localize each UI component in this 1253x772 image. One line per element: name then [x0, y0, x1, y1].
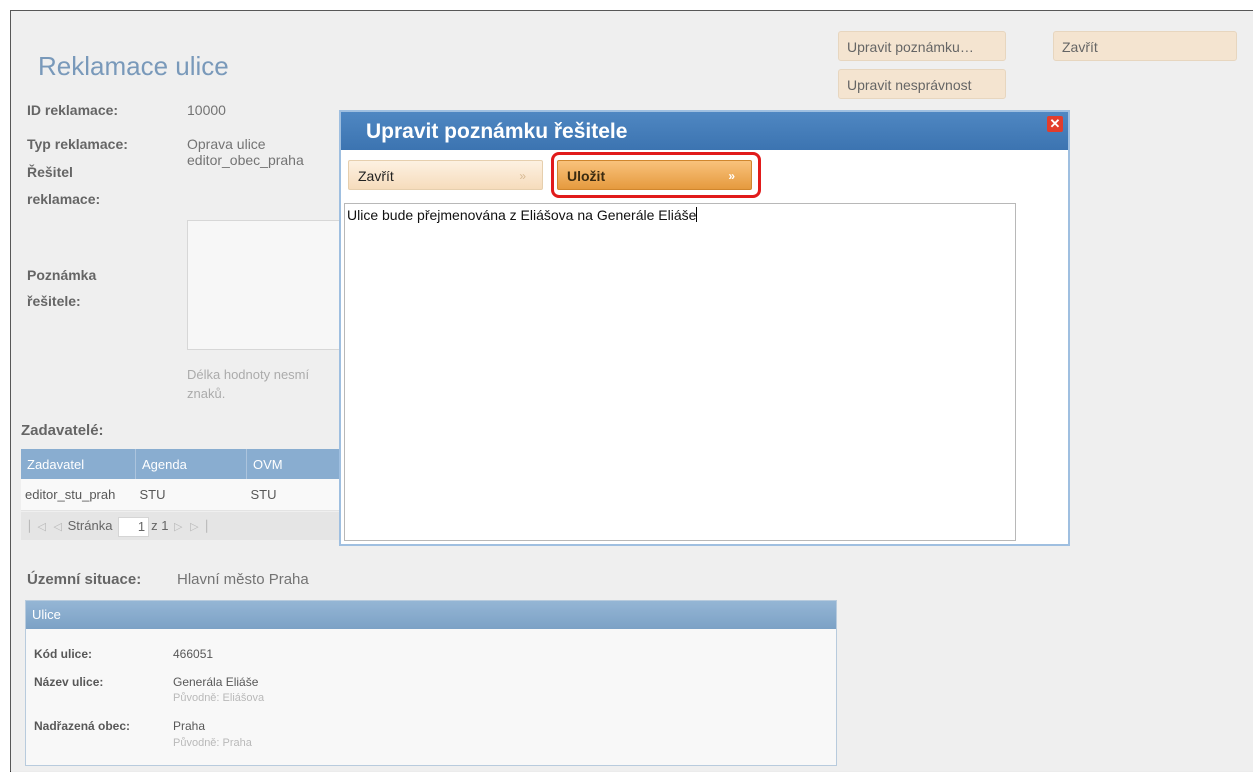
- dialog-title: Upravit poznámku řešitele: [366, 120, 628, 143]
- dialog-close-button[interactable]: Zavřít »: [348, 160, 543, 190]
- save-button-highlight: [551, 152, 761, 198]
- chevron-right-icon: »: [519, 169, 526, 183]
- text-caret: [696, 207, 698, 222]
- solver-note-textarea[interactable]: Ulice bude přejmenována z Eliášova na Ge…: [344, 203, 1016, 541]
- dialog-close-icon[interactable]: ✕: [1047, 116, 1063, 132]
- dialog-close-label: Zavřít: [358, 168, 394, 184]
- solver-note-text: Ulice bude přejmenována z Eliášova na Ge…: [347, 207, 697, 223]
- dialog-header: Upravit poznámku řešitele ✕: [341, 112, 1068, 150]
- edit-note-dialog: Upravit poznámku řešitele ✕ Zavřít » Ulo…: [339, 110, 1070, 546]
